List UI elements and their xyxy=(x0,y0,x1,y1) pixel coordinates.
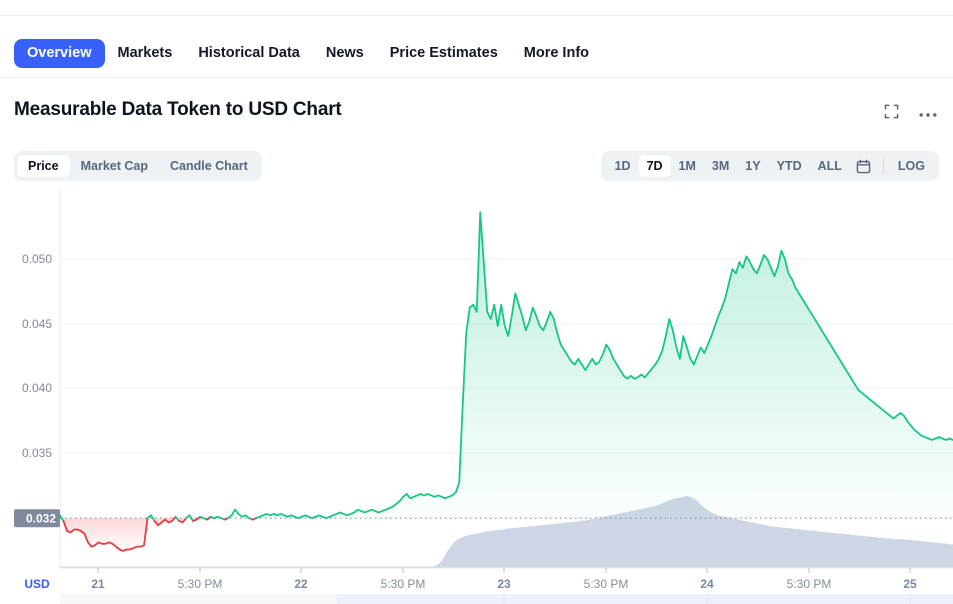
y-tick-0050: 0.050 xyxy=(22,252,52,266)
range-1m[interactable]: 1M xyxy=(671,155,704,178)
chart-actions xyxy=(884,104,937,124)
x-tick-21: 21 xyxy=(91,577,105,591)
price-series xyxy=(60,211,953,552)
toggle-price[interactable]: Price xyxy=(17,154,70,178)
y-tick-0035: 0.035 xyxy=(22,446,52,460)
x-tick-22: 22 xyxy=(294,577,308,591)
nav-tab-price-estimates[interactable]: Price Estimates xyxy=(377,39,511,68)
svg-text:0.032: 0.032 xyxy=(26,512,56,526)
y-tick-0045: 0.045 xyxy=(22,317,52,331)
top-divider xyxy=(0,15,953,16)
nav-tab-more-info[interactable]: More Info xyxy=(511,39,602,68)
range-separator xyxy=(882,158,884,174)
nav-tab-markets[interactable]: Markets xyxy=(105,39,186,68)
nav-tab-overview[interactable]: Overview xyxy=(14,39,105,68)
x-tick-24: 24 xyxy=(700,577,714,591)
x-tick-time-2: 5:30 PM xyxy=(381,577,426,591)
range-1y[interactable]: 1Y xyxy=(737,155,768,178)
page-title: Measurable Data Token to USD Chart xyxy=(14,99,342,120)
range-log-toggle[interactable]: LOG xyxy=(890,155,933,178)
x-tick-23: 23 xyxy=(497,577,511,591)
range-7d[interactable]: 7D xyxy=(638,154,671,178)
range-all[interactable]: ALL xyxy=(810,155,850,178)
x-tick-time-4: 5:30 PM xyxy=(787,577,832,591)
nav-tab-historical-data[interactable]: Historical Data xyxy=(185,39,313,68)
range-ytd[interactable]: YTD xyxy=(769,155,810,178)
main-nav: Overview Markets Historical Data News Pr… xyxy=(0,30,953,78)
price-chart[interactable]: 0.050 0.045 0.040 0.035 0.030 0.03 xyxy=(0,188,953,604)
nav-tab-news[interactable]: News xyxy=(313,39,377,68)
range-3m[interactable]: 3M xyxy=(704,155,737,178)
x-axis-currency-label: USD xyxy=(24,577,50,591)
y-tick-0040: 0.040 xyxy=(22,381,52,395)
chart-type-toggle: Price Market Cap Candle Chart xyxy=(14,151,262,181)
calendar-icon[interactable] xyxy=(850,159,877,174)
toggle-candle-chart[interactable]: Candle Chart xyxy=(159,155,259,178)
range-1d[interactable]: 1D xyxy=(607,155,639,178)
expand-icon[interactable] xyxy=(884,104,899,124)
x-tick-time-3: 5:30 PM xyxy=(584,577,629,591)
chart-y-axis: 0.050 0.045 0.040 0.035 0.030 xyxy=(22,252,52,524)
chart-range-scrollbar[interactable] xyxy=(60,594,953,604)
x-tick-time-1: 5:30 PM xyxy=(178,577,223,591)
ellipsis-icon[interactable] xyxy=(919,105,937,123)
x-tick-25: 25 xyxy=(903,577,917,591)
current-price-badge: 0.032 xyxy=(14,509,60,528)
time-range-selector: 1D 7D 1M 3M 1Y YTD ALL LOG xyxy=(600,151,939,181)
toggle-market-cap[interactable]: Market Cap xyxy=(70,155,159,178)
crypto-chart-page: Overview Markets Historical Data News Pr… xyxy=(0,0,953,604)
chart-x-axis: USD 21 5:30 PM 22 5:30 PM 23 5:30 PM 24 … xyxy=(24,567,953,591)
